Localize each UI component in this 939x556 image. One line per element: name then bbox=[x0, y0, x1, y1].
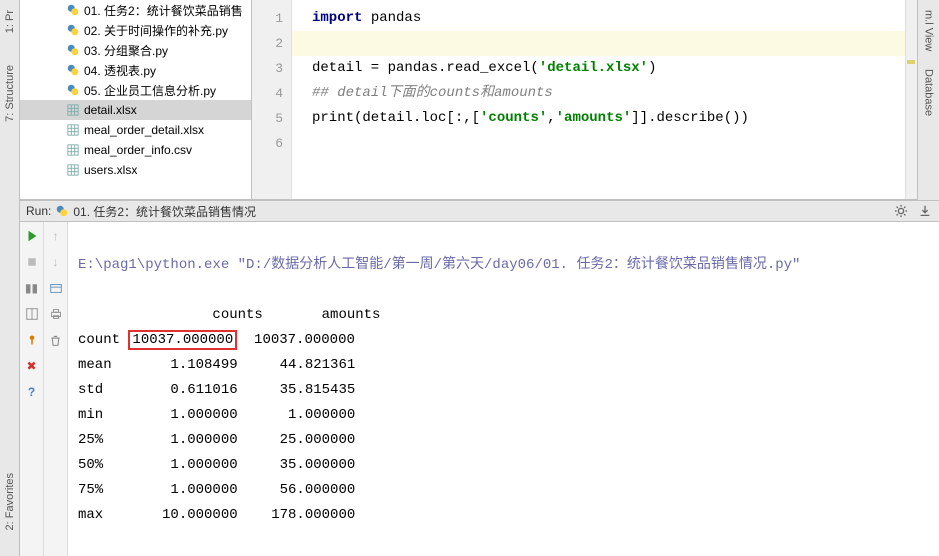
caret-line bbox=[292, 31, 917, 56]
tab-database[interactable]: Database bbox=[921, 63, 937, 122]
tree-item-label: users.xlsx bbox=[84, 163, 137, 177]
layout-icon[interactable] bbox=[24, 306, 40, 322]
tree-item-label: 01. 任务2：统计餐饮菜品销售 bbox=[84, 2, 243, 19]
up-icon[interactable]: ↑ bbox=[48, 228, 64, 244]
run-tool-col-1: ▮▮ ✖ ? bbox=[20, 222, 44, 556]
spreadsheet-file-icon bbox=[66, 103, 80, 117]
spreadsheet-file-icon bbox=[66, 143, 80, 157]
tree-item[interactable]: 04. 透视表.py bbox=[20, 60, 251, 80]
close-icon[interactable]: ✖ bbox=[24, 358, 40, 374]
spreadsheet-file-icon bbox=[66, 163, 80, 177]
tab-structure[interactable]: 7: Structure bbox=[2, 59, 18, 128]
download-icon[interactable] bbox=[917, 203, 933, 219]
trash-icon[interactable] bbox=[48, 332, 64, 348]
rerun-icon[interactable] bbox=[24, 228, 40, 244]
python-file-icon bbox=[66, 43, 80, 57]
editor-gutter: 1 2 3 4 5 6 bbox=[252, 0, 292, 199]
tree-item-label: 03. 分组聚合.py bbox=[84, 42, 168, 59]
python-icon bbox=[55, 204, 69, 218]
right-tool-strip: m.l View Database bbox=[917, 0, 939, 200]
tree-item-label: meal_order_detail.xlsx bbox=[84, 123, 204, 137]
gear-icon[interactable] bbox=[893, 203, 909, 219]
console-cmdline: E:\pag1\python.exe "D:/数据分析人工智能/第一周/第六天/… bbox=[78, 257, 800, 273]
editor-scrollbar[interactable] bbox=[905, 0, 917, 199]
run-header: Run: 01. 任务2：统计餐饮菜品销售情况 bbox=[20, 200, 939, 222]
down-icon[interactable]: ↓ bbox=[48, 254, 64, 270]
tab-ml-view[interactable]: m.l View bbox=[921, 4, 937, 57]
run-tool-col-2: ↑ ↓ bbox=[44, 222, 68, 556]
highlighted-cell: 10037.000000 bbox=[128, 330, 237, 350]
python-file-icon bbox=[66, 63, 80, 77]
scroll-warning-mark bbox=[907, 60, 915, 64]
tree-item-label: meal_order_info.csv bbox=[84, 143, 192, 157]
tree-item-label: 04. 透视表.py bbox=[84, 62, 156, 79]
print-icon[interactable] bbox=[48, 306, 64, 322]
tab-project[interactable]: 1: Pr bbox=[2, 4, 18, 39]
upper-frame: 01. 任务2：统计餐饮菜品销售 02. 关于时间操作的补充.py 03. 分组聚合… bbox=[20, 0, 917, 200]
project-tree[interactable]: 01. 任务2：统计餐饮菜品销售 02. 关于时间操作的补充.py 03. 分组聚合… bbox=[20, 0, 252, 199]
python-file-icon bbox=[66, 23, 80, 37]
tree-item-label: 05. 企业员工信息分析.py bbox=[84, 82, 216, 99]
tab-favorites[interactable]: 2: Favorites bbox=[2, 467, 18, 536]
tree-item-label: 02. 关于时间操作的补充.py bbox=[84, 22, 228, 39]
export-icon[interactable] bbox=[48, 280, 64, 296]
python-file-icon bbox=[66, 83, 80, 97]
help-icon[interactable]: ? bbox=[24, 384, 40, 400]
tree-item[interactable]: meal_order_detail.xlsx bbox=[20, 120, 251, 140]
code-editor[interactable]: 1 2 3 4 5 6 import pandas detail = panda… bbox=[252, 0, 917, 199]
tree-item[interactable]: 03. 分组聚合.py bbox=[20, 40, 251, 60]
pause-icon[interactable]: ▮▮ bbox=[24, 280, 40, 296]
tree-item[interactable]: 02. 关于时间操作的补充.py bbox=[20, 20, 251, 40]
console-output[interactable]: E:\pag1\python.exe "D:/数据分析人工智能/第一周/第六天/… bbox=[68, 222, 939, 556]
python-file-icon bbox=[66, 3, 80, 17]
tree-item[interactable]: 01. 任务2：统计餐饮菜品销售 bbox=[20, 0, 251, 20]
left-tool-strip: 1: Pr 7: Structure 2: Favorites bbox=[0, 0, 20, 556]
tree-item-label: detail.xlsx bbox=[84, 103, 137, 117]
tree-item[interactable]: users.xlsx bbox=[20, 160, 251, 180]
tree-item[interactable]: detail.xlsx bbox=[20, 100, 251, 120]
run-header-label: Run: bbox=[26, 204, 51, 218]
run-panel: Run: 01. 任务2：统计餐饮菜品销售情况 ▮▮ bbox=[20, 200, 939, 556]
pin-icon[interactable] bbox=[24, 332, 40, 348]
code-area[interactable]: import pandas detail = pandas.read_excel… bbox=[292, 0, 917, 199]
stop-icon[interactable] bbox=[24, 254, 40, 270]
tree-item[interactable]: 05. 企业员工信息分析.py bbox=[20, 80, 251, 100]
spreadsheet-file-icon bbox=[66, 123, 80, 137]
run-header-file: 01. 任务2：统计餐饮菜品销售情况 bbox=[73, 203, 256, 220]
tree-item[interactable]: meal_order_info.csv bbox=[20, 140, 251, 160]
